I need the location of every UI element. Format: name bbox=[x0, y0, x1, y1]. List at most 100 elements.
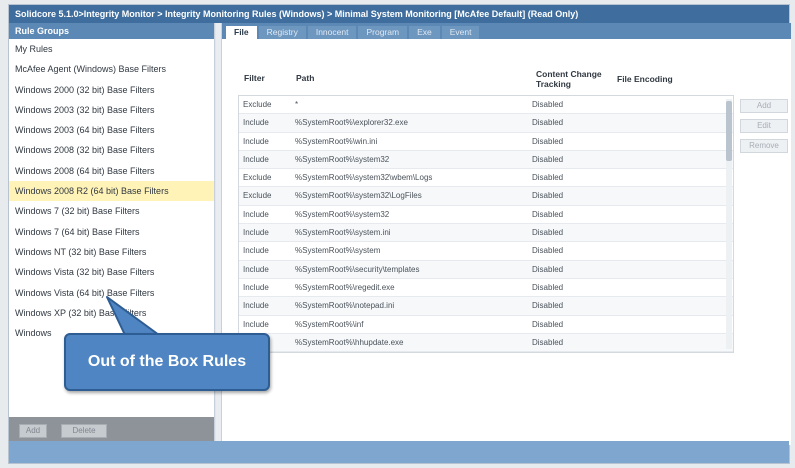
filter-cell: Include bbox=[243, 319, 269, 329]
rule-group-item[interactable]: My Rules bbox=[9, 39, 214, 59]
filter-cell: Include bbox=[243, 228, 269, 238]
table-row[interactable]: Exclude * Disabled bbox=[239, 96, 733, 115]
content-change-cell: Disabled bbox=[532, 264, 564, 274]
table-row[interactable]: Include%SystemRoot%\hhupdate.exeDisabled bbox=[239, 333, 733, 352]
file-encoding-cell bbox=[616, 114, 733, 131]
path-cell: %SystemRoot%\notepad.ini bbox=[295, 301, 395, 311]
rule-group-item[interactable]: Windows Vista (32 bit) Base Filters bbox=[9, 262, 214, 282]
content-change-cell: Disabled bbox=[532, 118, 564, 128]
filter-cell: Include bbox=[243, 154, 269, 164]
filter-cell: Include bbox=[243, 282, 269, 292]
table-row[interactable]: Exclude %SystemRoot%\system32\LogFiles Dis… bbox=[239, 187, 733, 206]
app-window: Solidcore 5.1.0>Integrity Monitor > Inte… bbox=[8, 4, 791, 464]
rule-group-item[interactable]: Windows 2008 (32 bit) Base Filters bbox=[9, 140, 214, 160]
delete-group-button[interactable]: Delete bbox=[61, 424, 107, 438]
rule-type-tabs: File Registry Innocent Program Exe Event bbox=[222, 23, 791, 39]
filter-cell: Exclude bbox=[243, 173, 272, 183]
rule-group-item[interactable]: Windows 2000 (32 bit) Base Filters bbox=[9, 80, 214, 100]
tab-program[interactable]: Program bbox=[358, 26, 408, 39]
edit-rule-button[interactable]: Edit bbox=[740, 119, 788, 133]
filter-cell: Include bbox=[243, 209, 269, 219]
file-encoding-cell bbox=[616, 151, 733, 168]
table-row[interactable]: Include %SystemRoot%\security\templates Di… bbox=[239, 260, 733, 279]
tab-innocent[interactable]: Innocent bbox=[307, 26, 357, 39]
remove-rule-button[interactable]: Remove bbox=[740, 139, 788, 153]
content-change-cell: Disabled bbox=[532, 191, 564, 201]
content-change-cell: Disabled bbox=[532, 209, 564, 219]
path-cell: %SystemRoot%\system bbox=[295, 246, 381, 256]
path-cell: * bbox=[295, 100, 299, 109]
content-change-cell: Disabled bbox=[532, 173, 564, 183]
content-change-cell: Disabled bbox=[532, 246, 564, 256]
path-cell: %SystemRoot%\security\templates bbox=[295, 264, 420, 274]
table-row[interactable]: Include %SystemRoot%\system.ini Disabled bbox=[239, 224, 733, 243]
callout-label: Out of the Box Rules bbox=[64, 333, 270, 391]
table-row[interactable]: Exclude %SystemRoot%\system32\wbem\Logs Di… bbox=[239, 169, 733, 188]
tab-registry[interactable]: Registry bbox=[258, 26, 306, 39]
rule-group-item[interactable]: Windows 7 (64 bit) Base Filters bbox=[9, 222, 214, 242]
table-row[interactable]: Include %SystemRoot%\regedit.exe Disabled bbox=[239, 279, 733, 298]
rule-group-item[interactable]: Windows 7 (32 bit) Base Filters bbox=[9, 201, 214, 221]
column-header-content-change[interactable]: Content Change Tracking bbox=[536, 69, 616, 89]
table-row[interactable]: Include %SystemRoot%\system32 Disabled bbox=[239, 206, 733, 225]
add-rule-button[interactable]: Add bbox=[740, 99, 788, 113]
path-cell: %SystemRoot%\system32\LogFiles bbox=[295, 191, 422, 201]
path-cell: %SystemRoot%\system32 bbox=[295, 154, 390, 164]
rules-table: Exclude * Disabled Include %SystemRoot%\expl… bbox=[238, 95, 734, 353]
path-cell: %SystemRoot%\regedit.exe bbox=[295, 282, 395, 292]
path-cell: %SystemRoot%\explorer32.exe bbox=[295, 118, 408, 128]
table-row[interactable]: Include %SystemRoot%\inf Disabled bbox=[239, 316, 733, 334]
file-encoding-cell bbox=[616, 316, 733, 333]
rule-group-item[interactable]: Windows NT (32 bit) Base Filters bbox=[9, 242, 214, 262]
rule-group-item[interactable]: Windows 2003 (32 bit) Base Filters bbox=[9, 100, 214, 120]
path-cell: %SystemRoot%\win.ini bbox=[295, 136, 378, 146]
file-encoding-cell bbox=[616, 297, 733, 314]
path-cell: %SystemRoot%\hhupdate.exe bbox=[295, 337, 404, 347]
content-change-cell: Disabled bbox=[532, 319, 564, 329]
rule-groups-header: Rule Groups bbox=[9, 23, 214, 39]
filter-cell: Include bbox=[243, 136, 269, 146]
table-row[interactable]: Include %SystemRoot%\system32 Disabled bbox=[239, 150, 733, 170]
table-row[interactable]: Include %SystemRoot%\system Disabled bbox=[239, 242, 733, 261]
status-bar bbox=[9, 441, 789, 463]
content-change-cell: Disabled bbox=[532, 136, 564, 146]
file-encoding-cell bbox=[616, 206, 733, 223]
table-scrollbar-thumb[interactable] bbox=[726, 101, 732, 161]
add-group-button[interactable]: Add bbox=[19, 424, 47, 438]
file-encoding-cell bbox=[616, 169, 733, 186]
rule-group-item[interactable]: Windows 2008 R2 (64 bit) Base Filters bbox=[9, 181, 214, 202]
file-encoding-cell bbox=[616, 242, 733, 259]
path-cell: %SystemRoot%\system32 bbox=[295, 209, 390, 219]
filter-cell: Include bbox=[243, 118, 269, 128]
filter-cell: Include bbox=[243, 301, 269, 311]
path-cell: %SystemRoot%\system.ini bbox=[295, 228, 391, 238]
file-encoding-cell bbox=[616, 187, 733, 204]
rules-panel: File Registry Innocent Program Exe Event Filt… bbox=[222, 23, 791, 445]
file-encoding-cell bbox=[616, 334, 733, 351]
tab-event[interactable]: Event bbox=[441, 26, 480, 39]
callout-pointer bbox=[106, 296, 160, 336]
window-title: Solidcore 5.1.0>Integrity Monitor > Inte… bbox=[9, 5, 789, 23]
filter-cell: Exclude bbox=[243, 191, 272, 201]
file-encoding-cell bbox=[616, 96, 733, 113]
column-header-filter[interactable]: Filter bbox=[244, 73, 265, 83]
rule-group-item[interactable]: Windows 2008 (64 bit) Base Filters bbox=[9, 161, 214, 181]
filter-cell: Exclude bbox=[243, 100, 272, 109]
rule-group-item[interactable]: McAfee Agent (Windows) Base Filters bbox=[9, 59, 214, 79]
content-change-cell: Disabled bbox=[532, 154, 564, 164]
column-header-file-encoding[interactable]: File Encoding bbox=[617, 74, 673, 84]
table-row[interactable]: Include %SystemRoot%\notepad.ini Disabled bbox=[239, 297, 733, 316]
filter-cell: Include bbox=[243, 246, 269, 256]
content-change-cell: Disabled bbox=[532, 337, 564, 347]
table-row[interactable]: Include %SystemRoot%\explorer32.exe Disabl… bbox=[239, 114, 733, 133]
file-encoding-cell bbox=[616, 224, 733, 241]
column-header-path[interactable]: Path bbox=[296, 73, 314, 83]
tab-file[interactable]: File bbox=[226, 26, 257, 39]
file-encoding-cell bbox=[616, 133, 733, 150]
path-cell: %SystemRoot%\system32\wbem\Logs bbox=[295, 173, 433, 183]
table-row[interactable]: Include %SystemRoot%\win.ini Disabled bbox=[239, 133, 733, 151]
tab-exe[interactable]: Exe bbox=[409, 26, 440, 39]
content-change-cell: Disabled bbox=[532, 228, 564, 238]
rule-group-item[interactable]: Windows 2003 (64 bit) Base Filters bbox=[9, 120, 214, 140]
file-encoding-cell bbox=[616, 261, 733, 278]
